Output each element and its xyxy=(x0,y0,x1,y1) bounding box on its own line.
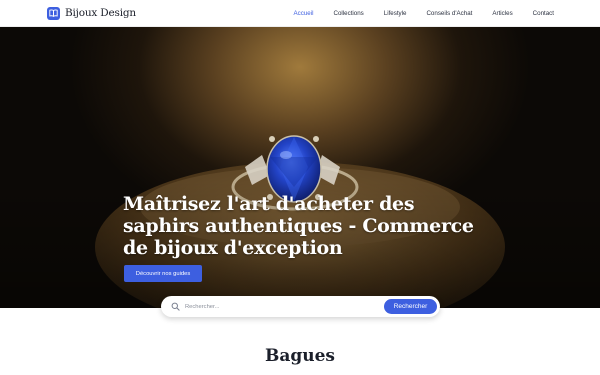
nav-item-accueil[interactable]: Accueil xyxy=(294,10,314,17)
site-header: Bijoux Design Accueil Collections Lifest… xyxy=(0,0,600,27)
hero-title: Maîtrisez l'art d'acheter des saphirs au… xyxy=(123,193,474,259)
nav-item-collections[interactable]: Collections xyxy=(334,10,364,17)
nav-item-conseils-achat[interactable]: Conseils d'Achat xyxy=(426,10,472,17)
nav-item-contact[interactable]: Contact xyxy=(533,10,554,17)
book-icon xyxy=(47,6,60,20)
brand-name: Bijoux Design xyxy=(65,7,136,19)
search-button[interactable]: Rechercher xyxy=(384,299,437,314)
section-title: Bagues xyxy=(264,346,336,366)
nav-item-lifestyle[interactable]: Lifestyle xyxy=(384,10,407,17)
search-bar: Rechercher xyxy=(161,296,440,317)
nav-item-articles[interactable]: Articles xyxy=(492,10,512,17)
hero-banner: Maîtrisez l'art d'acheter des saphirs au… xyxy=(0,27,600,308)
search-input[interactable] xyxy=(185,300,375,313)
main-nav: Accueil Collections Lifestyle Conseils d… xyxy=(274,0,554,27)
search-icon xyxy=(171,302,180,311)
brand[interactable]: Bijoux Design xyxy=(47,6,136,20)
discover-guides-button[interactable]: Découvrir nos guides xyxy=(124,265,202,282)
